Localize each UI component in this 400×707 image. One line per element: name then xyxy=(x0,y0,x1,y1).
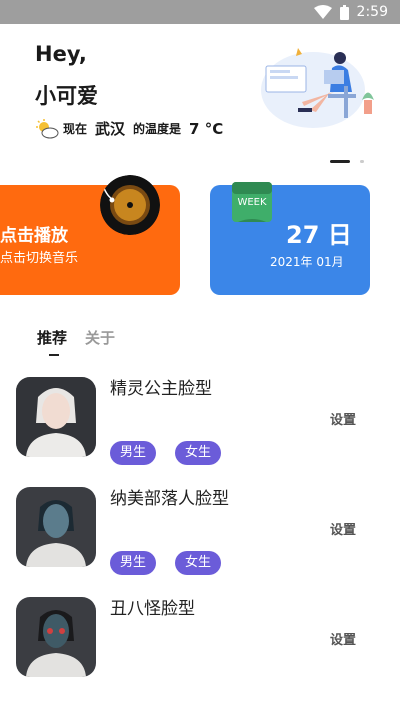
settings-button[interactable]: 设置 xyxy=(330,409,356,428)
user-name: 小可爱 xyxy=(35,84,98,108)
tag-female[interactable]: 女生 xyxy=(175,441,222,465)
weather-mid: 的温度是 xyxy=(133,122,182,136)
battery-icon xyxy=(339,4,349,20)
wifi-icon xyxy=(313,5,332,19)
tag-female[interactable]: 女生 xyxy=(175,551,222,575)
pager-dot-active xyxy=(330,160,350,163)
list-item[interactable]: 精灵公主脸型 设置 男生 女生 xyxy=(0,377,400,487)
music-card-subtitle: 点击切换音乐 xyxy=(0,251,79,266)
music-card-title: 点击播放 xyxy=(0,226,68,246)
weather-line: 现在 武汉 的温度是 7 °C xyxy=(35,118,223,139)
tab-recommend[interactable]: 推荐 xyxy=(37,327,67,356)
greeting-text: Hey, xyxy=(35,42,87,66)
status-bar: 2:59 xyxy=(0,0,400,24)
banner-pager xyxy=(330,160,364,163)
list-item[interactable]: 丑八怪脸型 设置 xyxy=(0,597,400,707)
calendar-week-icon: WEEK xyxy=(232,182,272,222)
pager-dot xyxy=(360,160,364,163)
face-avatar-navi xyxy=(16,487,96,567)
item-name: 精灵公主脸型 xyxy=(110,379,212,399)
tag-male[interactable]: 男生 xyxy=(110,441,157,465)
partly-cloudy-icon xyxy=(36,118,59,138)
face-avatar-ugly xyxy=(16,597,96,677)
face-avatar-elf xyxy=(16,377,96,457)
header-illustration xyxy=(261,48,374,128)
tab-about[interactable]: 关于 xyxy=(85,327,115,348)
settings-button[interactable]: 设置 xyxy=(330,519,356,538)
status-time: 2:59 xyxy=(356,4,388,20)
date-year-month: 2021年 01月 xyxy=(270,255,344,269)
city-name: 武汉 xyxy=(95,120,126,138)
item-name: 纳美部落人脸型 xyxy=(110,489,229,509)
week-badge-label: WEEK xyxy=(237,197,267,208)
vinyl-disc-icon[interactable] xyxy=(100,175,160,235)
temperature-value: 7 °C xyxy=(189,119,224,138)
settings-button[interactable]: 设置 xyxy=(330,629,356,648)
weather-prefix: 现在 xyxy=(63,122,88,136)
tab-bar: 推荐 关于 xyxy=(37,327,115,356)
list-item[interactable]: 纳美部落人脸型 设置 男生 女生 xyxy=(0,487,400,597)
tag-male[interactable]: 男生 xyxy=(110,551,157,575)
item-name: 丑八怪脸型 xyxy=(110,599,195,619)
date-day: 27 日 xyxy=(286,221,352,249)
